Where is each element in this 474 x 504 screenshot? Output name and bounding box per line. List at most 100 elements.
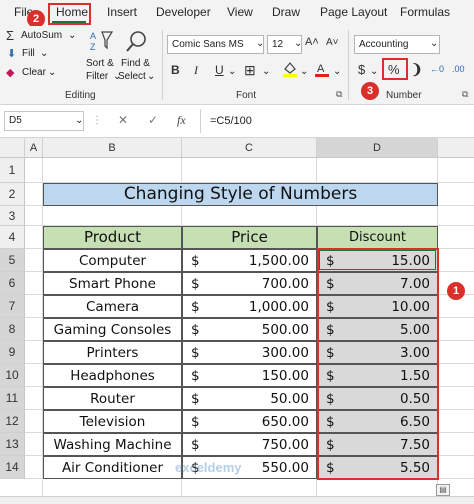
clear-label[interactable]: Clear <box>22 67 46 78</box>
product-cell[interactable]: Washing Machine <box>43 433 182 456</box>
product-cell[interactable]: Computer <box>43 249 182 272</box>
step-marker-1: 1 <box>447 282 465 300</box>
tab-formulas[interactable]: Formulas <box>400 5 450 19</box>
tab-insert[interactable]: Insert <box>107 5 137 19</box>
number-format-select[interactable]: Accounting <box>354 35 440 54</box>
italic-button[interactable]: I <box>194 63 198 78</box>
decrease-decimal-icon[interactable]: .00 <box>452 64 465 74</box>
tab-view[interactable]: View <box>227 5 253 19</box>
row-header[interactable]: 12 <box>0 410 25 433</box>
row-header[interactable]: 7 <box>0 295 25 318</box>
row-header[interactable]: 2 <box>0 183 25 206</box>
insert-function-icon[interactable]: fx <box>177 113 186 128</box>
product-cell[interactable]: Headphones <box>43 364 182 387</box>
clear-dropdown-icon[interactable]: ⌄ <box>48 67 56 78</box>
sort-filter-icon[interactable]: A Z <box>87 28 115 56</box>
product-cell[interactable]: Smart Phone <box>43 272 182 295</box>
find-select-label-2[interactable]: Select <box>118 71 146 82</box>
price-cell[interactable]: $50.00 <box>182 387 317 410</box>
comma-style-button[interactable]: ❩ <box>411 61 423 78</box>
underline-dropdown-icon[interactable]: ⌄ <box>228 66 236 77</box>
row-header[interactable]: 3 <box>0 206 25 226</box>
price-cell[interactable]: $700.00 <box>182 272 317 295</box>
formula-input[interactable]: =C5/100 <box>210 115 252 127</box>
header-product[interactable]: Product <box>43 226 182 249</box>
price-cell[interactable]: $650.00 <box>182 410 317 433</box>
currency-button[interactable]: $ <box>358 62 365 77</box>
price-cell[interactable]: $750.00 <box>182 433 317 456</box>
cancel-icon[interactable]: ✕ <box>118 113 128 127</box>
magnifier-icon[interactable] <box>122 28 150 56</box>
price-cell[interactable]: $300.00 <box>182 341 317 364</box>
tab-page-layout[interactable]: Page Layout <box>320 5 387 19</box>
column-header-d[interactable]: D <box>317 138 438 158</box>
product-cell[interactable]: Camera <box>43 295 182 318</box>
enter-icon[interactable]: ✓ <box>148 113 158 127</box>
sort-filter-label-1[interactable]: Sort & <box>86 58 114 69</box>
price-cell[interactable]: $1,000.00 <box>182 295 317 318</box>
find-select-label-1[interactable]: Find & <box>121 58 150 69</box>
font-dialog-launcher-icon[interactable]: ⧉ <box>336 89 342 100</box>
row-header[interactable]: 5 <box>0 249 25 272</box>
product-cell[interactable]: Printers <box>43 341 182 364</box>
font-name-select[interactable]: Comic Sans MS <box>167 35 264 54</box>
font-name-dropdown-icon[interactable]: ⌄ <box>256 38 264 49</box>
worksheet-grid[interactable]: A B C D 1 2 3 4 5 6 7 8 9 10 11 12 13 14 Changing Styl… <box>0 138 474 496</box>
decrease-font-icon[interactable]: A˅ <box>326 37 339 48</box>
row-header[interactable]: 11 <box>0 387 25 410</box>
percent-style-button[interactable]: % <box>388 62 400 77</box>
tab-home[interactable]: Home <box>56 5 88 19</box>
currency-dropdown-icon[interactable]: ⌄ <box>370 66 378 77</box>
select-all-corner[interactable] <box>0 138 25 158</box>
row-header[interactable]: 6 <box>0 272 25 295</box>
fill-label[interactable]: Fill <box>22 48 35 59</box>
quick-analysis-icon[interactable]: ▤ <box>436 484 450 496</box>
find-select-dropdown-icon[interactable]: ⌄ <box>147 71 155 82</box>
eraser-icon[interactable]: ◆ <box>6 66 14 79</box>
autosum-icon[interactable]: Σ <box>6 28 14 43</box>
tab-draw[interactable]: Draw <box>272 5 300 19</box>
increase-decimal-icon[interactable]: ←0 <box>430 64 444 74</box>
column-header-a[interactable]: A <box>25 138 43 158</box>
header-price[interactable]: Price <box>182 226 317 249</box>
column-header-b[interactable]: B <box>43 138 182 158</box>
product-cell[interactable]: Air Conditioner <box>43 456 182 479</box>
number-dialog-launcher-icon[interactable]: ⧉ <box>462 89 468 100</box>
product-cell[interactable]: Television <box>43 410 182 433</box>
name-box-dropdown-icon[interactable]: ⌄ <box>75 115 83 126</box>
borders-icon[interactable]: ⊞ <box>244 62 256 79</box>
row-header[interactable]: 13 <box>0 433 25 456</box>
column-header-c[interactable]: C <box>182 138 317 158</box>
row-header[interactable]: 8 <box>0 318 25 341</box>
header-discount[interactable]: Discount <box>317 226 438 249</box>
increase-font-icon[interactable]: A˄ <box>305 36 319 48</box>
font-color-dropdown-icon[interactable]: ⌄ <box>333 66 341 77</box>
font-color-icon[interactable]: A <box>313 60 331 78</box>
column-header-e[interactable] <box>438 138 474 158</box>
row-header[interactable]: 1 <box>0 158 25 183</box>
fill-dropdown-icon[interactable]: ⌄ <box>40 48 48 59</box>
sheet-title[interactable]: Changing Style of Numbers <box>43 183 438 206</box>
fill-color-icon[interactable] <box>281 60 299 78</box>
tab-developer[interactable]: Developer <box>156 5 211 19</box>
product-cell[interactable]: Gaming Consoles <box>43 318 182 341</box>
fill-color-dropdown-icon[interactable]: ⌄ <box>300 66 308 77</box>
autosum-dropdown-icon[interactable]: ⌄ <box>68 30 76 41</box>
autosum-label[interactable]: AutoSum <box>21 30 62 41</box>
row-header[interactable]: 10 <box>0 364 25 387</box>
price-cell[interactable]: $150.00 <box>182 364 317 387</box>
price-cell[interactable]: $500.00 <box>182 318 317 341</box>
sort-filter-label-2[interactable]: Filter <box>86 71 108 82</box>
row-header[interactable]: 14 <box>0 456 25 479</box>
row-header[interactable]: 9 <box>0 341 25 364</box>
number-format-dropdown-icon[interactable]: ⌄ <box>430 38 438 49</box>
name-box[interactable]: D5 <box>4 111 84 131</box>
fill-icon[interactable]: ⬇ <box>7 47 16 60</box>
bold-button[interactable]: B <box>171 63 180 77</box>
underline-button[interactable]: U <box>215 63 224 77</box>
product-cell[interactable]: Router <box>43 387 182 410</box>
font-size-dropdown-icon[interactable]: ⌄ <box>294 38 302 49</box>
row-header[interactable]: 4 <box>0 226 25 249</box>
borders-dropdown-icon[interactable]: ⌄ <box>262 66 270 77</box>
price-cell[interactable]: $1,500.00 <box>182 249 317 272</box>
